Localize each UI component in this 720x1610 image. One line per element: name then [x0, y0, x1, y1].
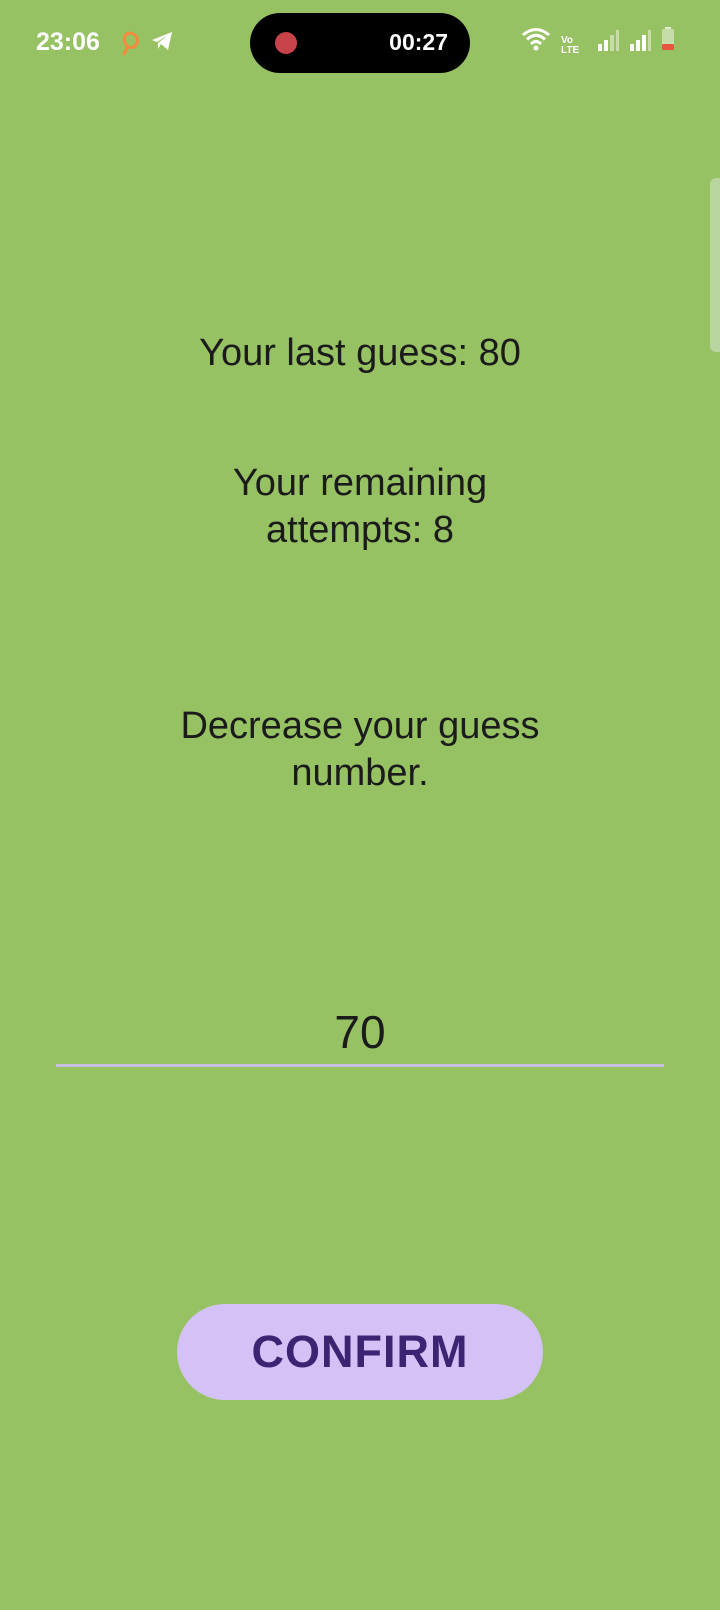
signal-icon — [629, 29, 651, 56]
battery-icon — [661, 27, 675, 56]
app-notification-icon — [120, 30, 142, 61]
scrollbar-handle[interactable] — [710, 178, 720, 352]
wifi-icon — [521, 27, 551, 56]
recording-timer: 00:27 — [389, 29, 448, 55]
system-icons: Vo LTE — [521, 27, 675, 56]
last-guess-text: Your last guess: 80 — [199, 332, 521, 374]
confirm-button[interactable]: CONFIRM — [177, 1304, 543, 1400]
status-bar: 23:06 00:27 Vo LTE — [0, 0, 720, 90]
volte-icon: Vo LTE — [561, 35, 580, 56]
status-time: 23:06 — [36, 28, 100, 56]
recording-dot-icon — [275, 32, 297, 54]
hint-text: Decrease your guess number. — [180, 705, 540, 794]
screen-recording-indicator[interactable]: 00:27 — [250, 13, 470, 73]
signal-icon — [597, 29, 619, 56]
guess-input[interactable] — [56, 1000, 664, 1067]
telegram-icon — [150, 30, 174, 57]
remaining-attempts-text: Your remaining attempts: 8 — [232, 462, 488, 551]
